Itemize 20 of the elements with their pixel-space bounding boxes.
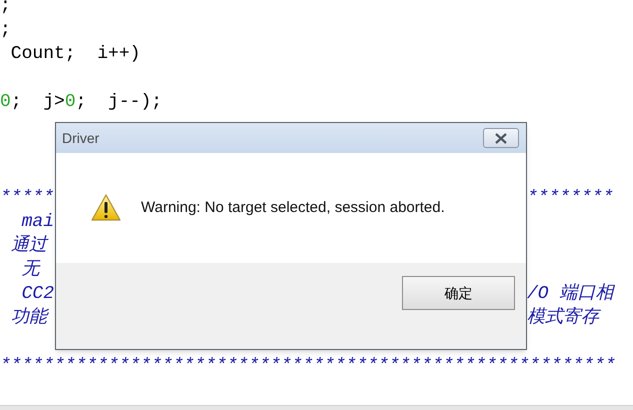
warning-message: Warning: No target selected, session aborted. xyxy=(141,198,445,218)
code-text: 模式寄存 xyxy=(527,308,599,328)
code-text: ***** xyxy=(0,188,56,208)
code-text: 功能 xyxy=(10,308,50,328)
code-text: ******** xyxy=(527,188,614,208)
close-button[interactable] xyxy=(483,128,519,148)
code-text: ********************************************************* xyxy=(0,356,617,376)
code-text: ; xyxy=(0,0,12,16)
warning-icon xyxy=(91,194,121,222)
close-icon xyxy=(495,132,507,144)
code-text: Count; i++) xyxy=(10,44,142,64)
code-text: ; xyxy=(0,20,12,40)
code-text: 通过 xyxy=(10,236,50,256)
ok-button[interactable]: 确定 xyxy=(402,276,515,310)
code-text: mai xyxy=(20,212,56,232)
code-text: 无 xyxy=(20,260,42,280)
code-text: CC2 xyxy=(20,284,56,304)
window-title: Driver xyxy=(62,128,100,148)
code-text: 0; j>0; j--); xyxy=(0,92,164,112)
code-text: /O 端口相 xyxy=(527,284,614,304)
